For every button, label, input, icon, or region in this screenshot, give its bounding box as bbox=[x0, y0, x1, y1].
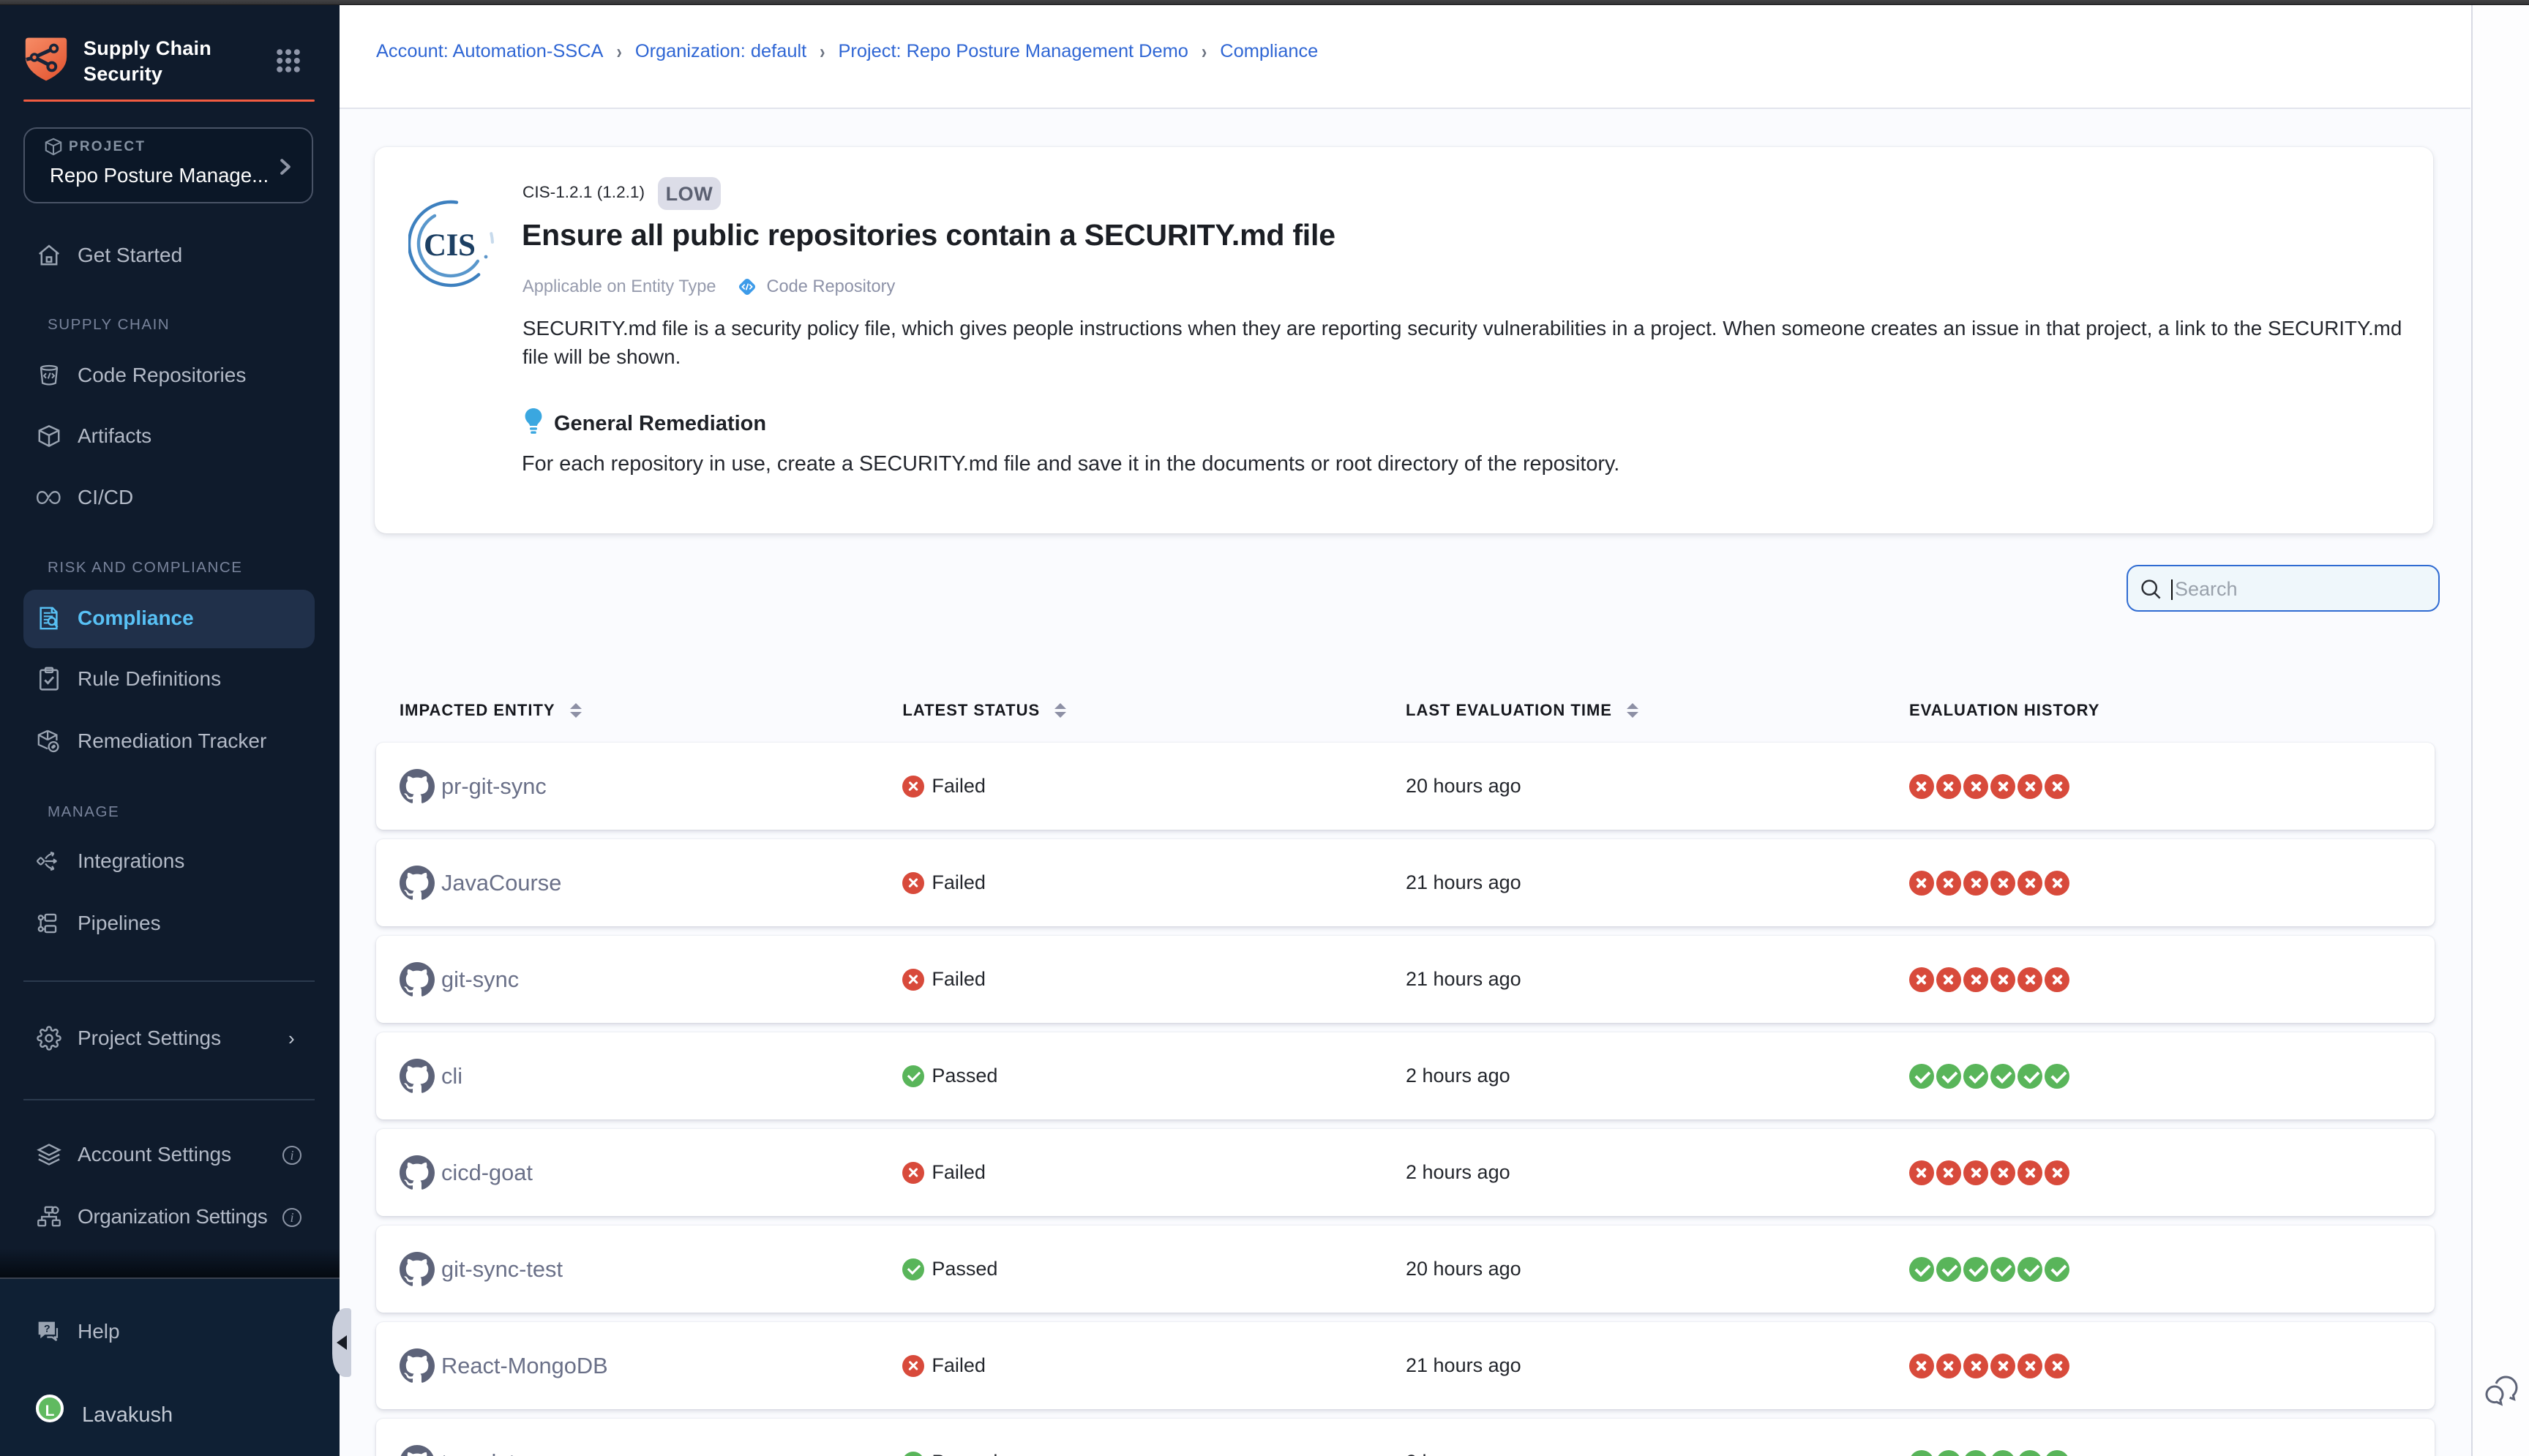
svg-text:CIS: CIS bbox=[424, 228, 476, 263]
svg-text:?: ? bbox=[44, 1323, 50, 1335]
